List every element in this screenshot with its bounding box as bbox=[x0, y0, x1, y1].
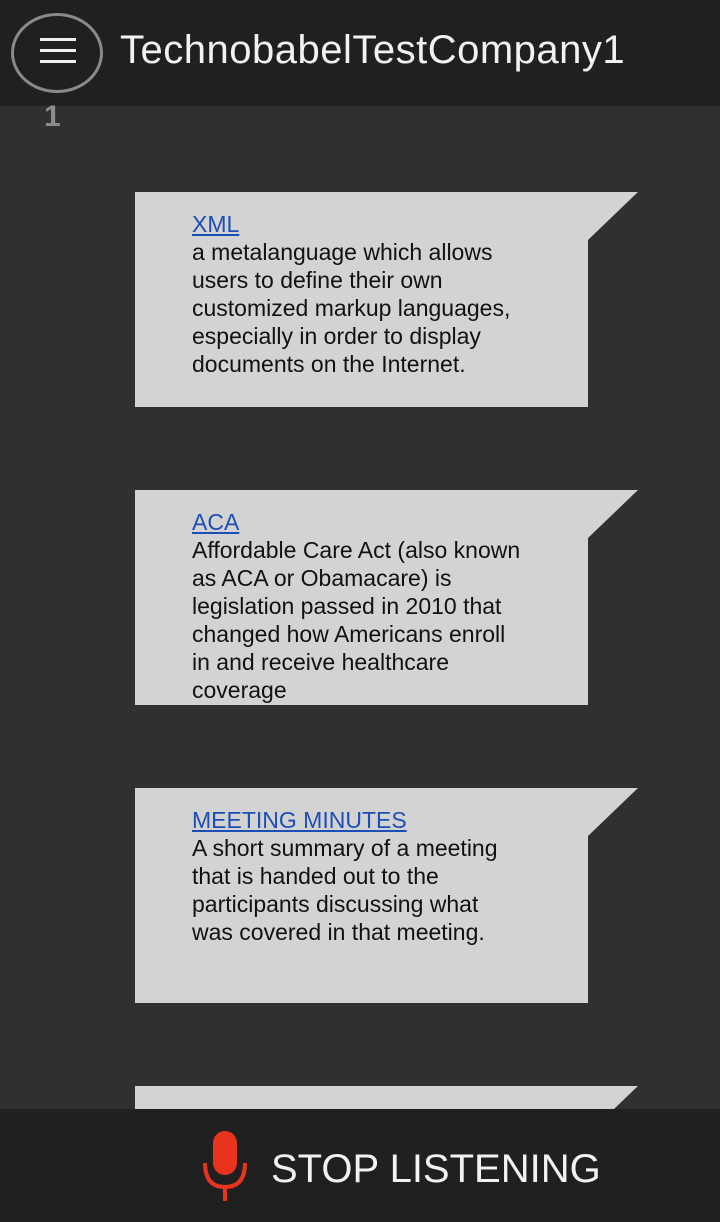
term-link[interactable]: MEETING MINUTES bbox=[192, 806, 572, 834]
bottom-bar: STOP LISTENING bbox=[0, 1109, 720, 1222]
notification-badge: 1 bbox=[44, 100, 61, 133]
app-screen: TechnobabelTestCompany1 1 XML a metalang… bbox=[0, 0, 720, 1222]
menu-button[interactable] bbox=[11, 13, 103, 93]
card-body: ACA Affordable Care Act (also known as A… bbox=[135, 490, 588, 705]
hamburger-menu-icon-line bbox=[40, 49, 76, 52]
card-content: ACA Affordable Care Act (also known as A… bbox=[192, 508, 572, 704]
card-body bbox=[135, 1086, 588, 1109]
card-body: XML a metalanguage which allows users to… bbox=[135, 192, 588, 407]
term-definition: Affordable Care Act (also known as ACA o… bbox=[192, 537, 521, 703]
top-bar: TechnobabelTestCompany1 bbox=[0, 0, 720, 106]
term-link[interactable]: XML bbox=[192, 210, 572, 238]
term-definition: A short summary of a meeting that is han… bbox=[192, 835, 498, 945]
stop-listening-label: STOP LISTENING bbox=[271, 1147, 601, 1191]
card-corner-tab bbox=[588, 192, 638, 240]
card-body: MEETING MINUTES A short summary of a mee… bbox=[135, 788, 588, 1003]
card-corner-tab bbox=[588, 788, 638, 836]
term-link[interactable]: ACA bbox=[192, 508, 572, 536]
term-definition: a metalanguage which allows users to def… bbox=[192, 239, 511, 377]
microphone-icon bbox=[203, 1131, 247, 1201]
card-corner-tab bbox=[588, 490, 638, 538]
app-title: TechnobabelTestCompany1 bbox=[120, 28, 626, 72]
hamburger-menu-icon-line bbox=[40, 60, 76, 63]
stop-listening-button[interactable]: STOP LISTENING bbox=[195, 1129, 615, 1209]
hamburger-menu-icon bbox=[40, 38, 76, 41]
card-content: XML a metalanguage which allows users to… bbox=[192, 210, 572, 378]
card-content: MEETING MINUTES A short summary of a mee… bbox=[192, 806, 572, 946]
